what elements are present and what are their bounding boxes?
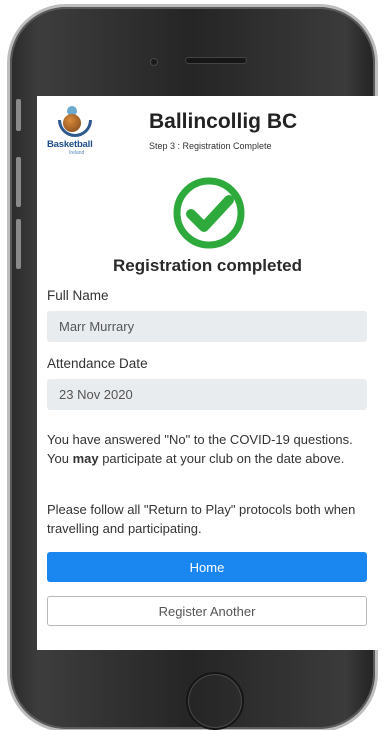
side-button bbox=[16, 99, 21, 131]
logo-subtext: Ireland bbox=[69, 150, 85, 156]
covid-answer-message: You have answered "No" to the COVID-19 q… bbox=[47, 431, 369, 468]
app-screen: Basketball Ireland Ballincollig BC Step … bbox=[37, 96, 378, 650]
full-name-label: Full Name bbox=[47, 288, 109, 303]
register-another-label: Register Another bbox=[158, 603, 256, 619]
home-button[interactable]: Home bbox=[47, 552, 367, 582]
message-text-2: participate at your club on the date abo… bbox=[98, 450, 345, 466]
step-indicator: Step 3 : Registration Complete bbox=[149, 141, 272, 151]
attendance-date-label: Attendance Date bbox=[47, 356, 148, 371]
logo-text: Basketball bbox=[47, 139, 93, 150]
registration-status-heading: Registration completed bbox=[113, 256, 302, 275]
full-name-field: Marr Murrary bbox=[47, 311, 367, 342]
earpiece-speaker bbox=[185, 57, 247, 64]
logo-arc bbox=[58, 120, 92, 137]
volume-down-button bbox=[16, 219, 21, 269]
basketball-ireland-logo: Basketball Ireland bbox=[47, 106, 97, 158]
message-emphasis: may bbox=[72, 450, 99, 466]
check-circle-icon bbox=[173, 177, 245, 249]
home-button-label: Home bbox=[189, 559, 225, 575]
club-name: Ballincollig BC bbox=[149, 110, 298, 133]
home-hardware-button[interactable] bbox=[186, 672, 244, 730]
volume-up-button bbox=[16, 157, 21, 207]
protocols-message: Please follow all "Return to Play" proto… bbox=[47, 502, 356, 536]
register-another-button[interactable]: Register Another bbox=[47, 596, 367, 626]
front-camera bbox=[150, 58, 158, 66]
attendance-date-field: 23 Nov 2020 bbox=[47, 379, 367, 410]
